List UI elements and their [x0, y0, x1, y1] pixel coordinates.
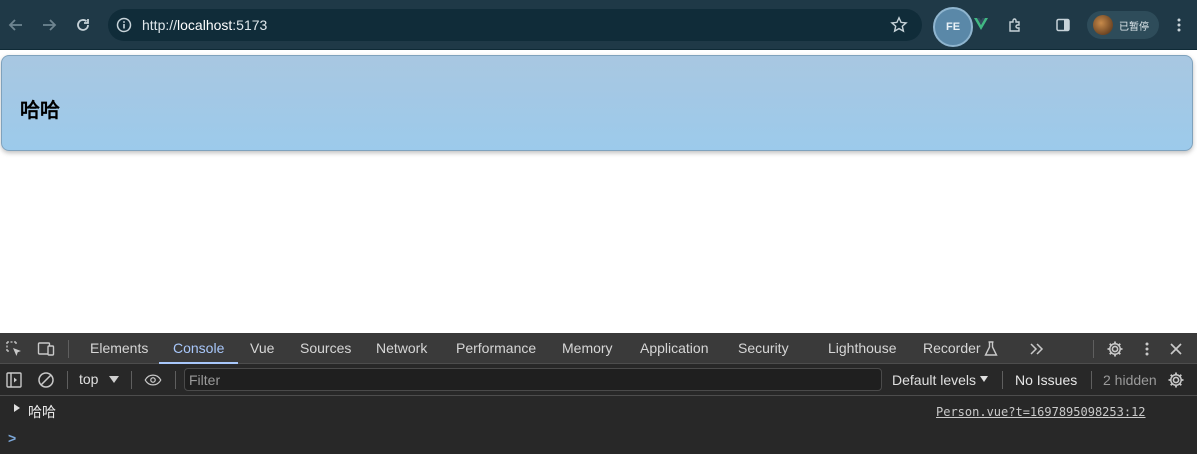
- levels-caret-icon: [980, 376, 988, 382]
- sidebar-toggle-icon: [6, 372, 22, 388]
- devtools-panel: Elements Console Vue Sources Network Per…: [0, 333, 1197, 454]
- tab-console[interactable]: Console: [158, 333, 239, 364]
- close-icon: [1170, 343, 1182, 355]
- toolbar-divider: [1091, 371, 1092, 389]
- toolbar-divider: [67, 371, 68, 389]
- person-card: 哈哈: [1, 55, 1193, 151]
- console-message: 哈哈: [28, 404, 56, 420]
- vue-devtools-extension-icon[interactable]: [973, 16, 989, 32]
- console-filter-input[interactable]: [189, 372, 869, 388]
- devtools-menu-button[interactable]: [1137, 339, 1157, 359]
- forward-button[interactable]: [37, 13, 61, 37]
- source-link[interactable]: Person.vue?t=1697895098253:12: [936, 405, 1146, 419]
- chevron-double-right-icon: [1030, 343, 1044, 355]
- live-expression-button[interactable]: [142, 370, 164, 390]
- kebab-menu-icon: [1177, 18, 1181, 32]
- gear-icon: [1168, 372, 1184, 388]
- puzzle-icon: [1009, 18, 1020, 32]
- tab-lighthouse[interactable]: Lighthouse: [826, 333, 899, 364]
- toolbar-divider: [1002, 371, 1003, 389]
- extensions-button[interactable]: [1003, 13, 1027, 37]
- page-viewport: 哈哈: [0, 51, 1197, 333]
- address-bar[interactable]: http://localhost:5173: [108, 9, 922, 41]
- context-caret-icon: [109, 376, 119, 383]
- browser-menu-button[interactable]: [1167, 13, 1191, 37]
- javascript-context-select[interactable]: top: [79, 371, 98, 387]
- console-log-row: 哈哈 Person.vue?t=1697895098253:12: [0, 397, 1197, 425]
- extension-fe-label: FE: [945, 21, 961, 33]
- console-toolbar: top Default levels No Issues 2 hidden: [0, 364, 1197, 396]
- back-arrow-icon: [8, 19, 22, 31]
- reload-icon: [77, 19, 89, 31]
- issues-button[interactable]: No Issues: [1015, 372, 1077, 388]
- console-settings-button[interactable]: [1166, 370, 1186, 390]
- side-panel-icon: [1056, 18, 1070, 32]
- expand-caret-icon[interactable]: [14, 404, 20, 412]
- gear-icon: [1107, 341, 1123, 357]
- console-prompt[interactable]: >: [8, 430, 16, 446]
- toolbar-divider: [68, 340, 69, 358]
- device-toolbar-button[interactable]: [36, 339, 56, 359]
- tab-vue[interactable]: Vue: [248, 333, 276, 364]
- tab-recorder[interactable]: Recorder: [921, 333, 983, 364]
- url-text: http://localhost:5173: [142, 17, 267, 33]
- browser-toolbar: http://localhost:5173 FE 已暂停: [0, 0, 1197, 50]
- inspect-icon: [6, 341, 21, 356]
- profile-status-label: 已暂停: [1119, 21, 1149, 33]
- back-button[interactable]: [4, 13, 28, 37]
- tab-security[interactable]: Security: [736, 333, 791, 364]
- tab-network[interactable]: Network: [374, 333, 429, 364]
- console-sidebar-button[interactable]: [4, 370, 24, 390]
- side-panel-button[interactable]: [1051, 13, 1075, 37]
- reload-button[interactable]: [71, 13, 95, 37]
- url-host: localhost: [177, 17, 233, 33]
- devtools-settings-button[interactable]: [1105, 339, 1125, 359]
- devtools-close-button[interactable]: [1166, 339, 1186, 359]
- url-scheme: http://: [142, 17, 178, 33]
- devtools-tab-bar: Elements Console Vue Sources Network Per…: [0, 333, 1197, 364]
- device-toggle-icon: [37, 342, 55, 356]
- clear-console-button[interactable]: [36, 370, 56, 390]
- clear-circle-slash-icon: [38, 372, 54, 388]
- toolbar-divider: [131, 371, 132, 389]
- inspect-element-button[interactable]: [4, 339, 24, 359]
- avatar: [1093, 15, 1113, 35]
- kebab-menu-icon: [1145, 342, 1149, 356]
- tab-performance[interactable]: Performance: [454, 333, 538, 364]
- extension-fe-button[interactable]: FE: [933, 7, 973, 47]
- log-levels-dropdown[interactable]: Default levels: [892, 372, 976, 388]
- toolbar-divider: [175, 371, 176, 389]
- bookmark-star-icon[interactable]: [890, 16, 908, 34]
- tab-memory[interactable]: Memory: [560, 333, 615, 364]
- tab-application[interactable]: Application: [638, 333, 711, 364]
- site-info-icon[interactable]: [116, 17, 132, 33]
- profile-button[interactable]: 已暂停: [1087, 11, 1159, 39]
- tab-sources[interactable]: Sources: [298, 333, 353, 364]
- eye-icon: [144, 374, 162, 386]
- toolbar-divider: [1093, 340, 1094, 358]
- recorder-flask-icon: [981, 339, 1001, 359]
- more-tabs-button[interactable]: [1026, 339, 1046, 359]
- hidden-messages-count: 2 hidden: [1103, 372, 1157, 388]
- card-heading: 哈哈: [20, 100, 60, 122]
- tab-elements[interactable]: Elements: [88, 333, 150, 364]
- console-filter-box: [184, 368, 882, 391]
- forward-arrow-icon: [43, 19, 57, 31]
- url-port: :5173: [232, 17, 268, 33]
